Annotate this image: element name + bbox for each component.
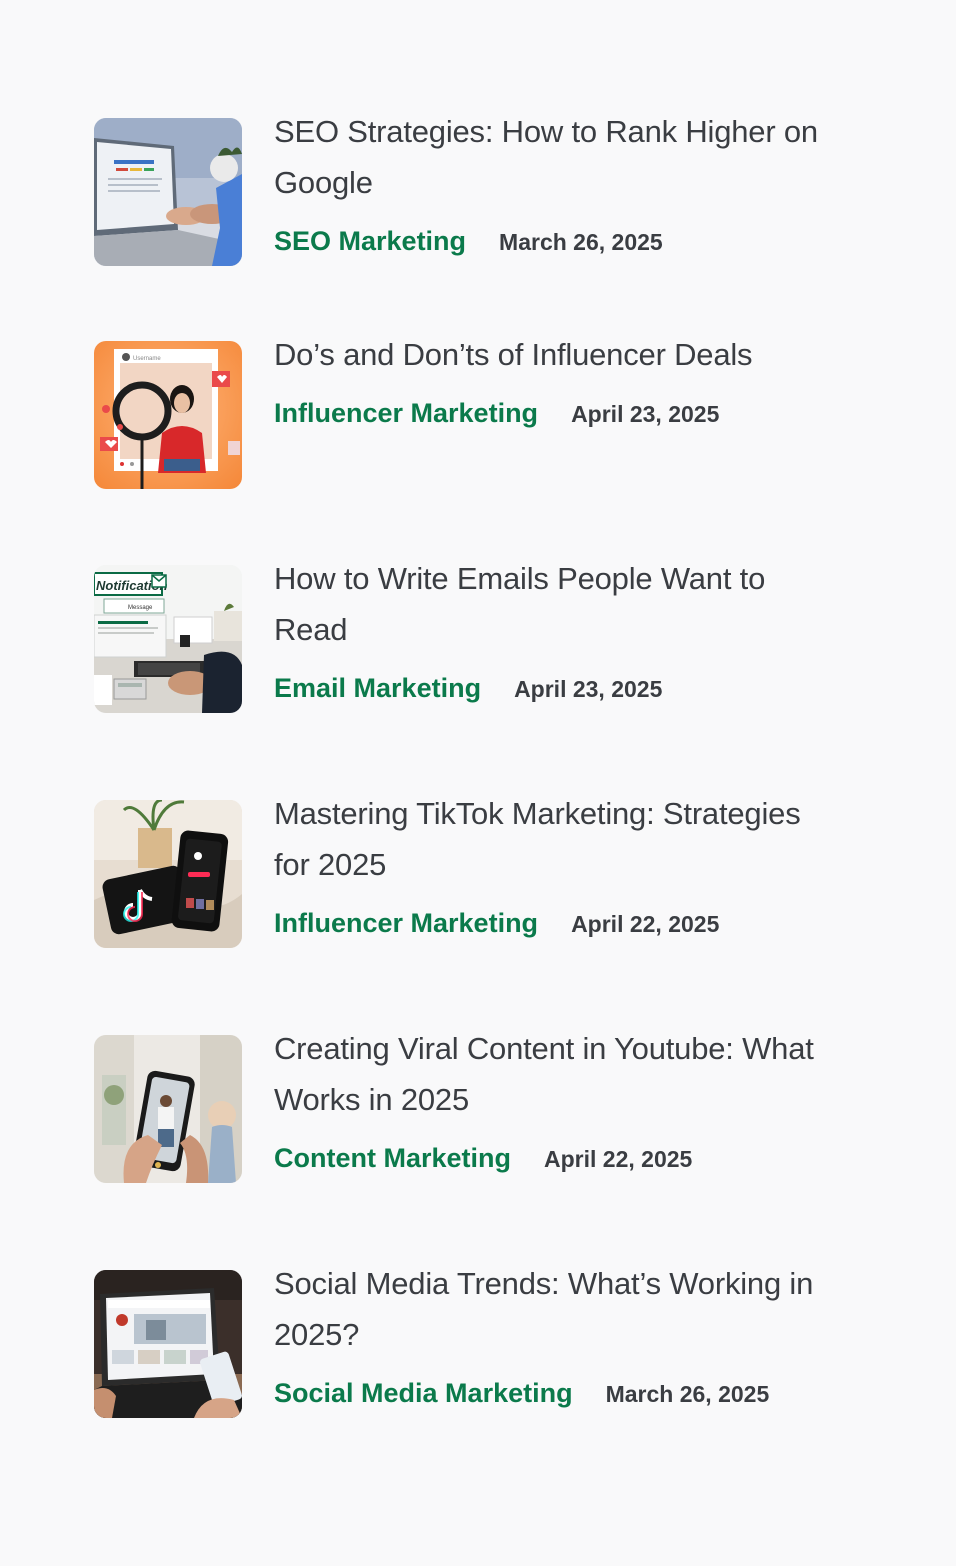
post-title[interactable]: Creating Viral Content in Youtube: What … bbox=[274, 1023, 834, 1125]
post-item: Notification Message How to Write Emails… bbox=[94, 561, 834, 713]
post-body: Mastering TikTok Marketing: Strategies f… bbox=[274, 796, 834, 939]
post-date: April 23, 2025 bbox=[514, 676, 663, 702]
username-label: Username bbox=[133, 356, 161, 362]
post-body: How to Write Emails People Want to Read … bbox=[274, 561, 834, 704]
post-category-link[interactable]: Influencer Marketing bbox=[274, 908, 538, 939]
influencer-ring-light-image: Username bbox=[94, 341, 242, 489]
post-thumbnail[interactable] bbox=[94, 1035, 242, 1183]
email-notification-desk-image: Notification Message bbox=[94, 565, 242, 713]
post-category-link[interactable]: Influencer Marketing bbox=[274, 398, 538, 429]
post-item: Creating Viral Content in Youtube: What … bbox=[94, 1031, 834, 1183]
post-title[interactable]: Social Media Trends: What’s Working in 2… bbox=[274, 1258, 834, 1360]
post-thumbnail[interactable]: Username bbox=[94, 341, 242, 489]
laptop-typing-image bbox=[94, 118, 242, 266]
post-item: Social Media Trends: What’s Working in 2… bbox=[94, 1266, 834, 1418]
post-meta: SEO Marketing March 26, 2025 bbox=[274, 226, 834, 257]
post-meta: Social Media Marketing March 26, 2025 bbox=[274, 1378, 834, 1409]
post-date: April 23, 2025 bbox=[571, 401, 720, 427]
tiktok-phone-image bbox=[94, 800, 242, 948]
post-date: March 26, 2025 bbox=[499, 229, 663, 255]
post-title[interactable]: Mastering TikTok Marketing: Strategies f… bbox=[274, 788, 834, 890]
post-category-link[interactable]: SEO Marketing bbox=[274, 226, 466, 257]
post-body: Creating Viral Content in Youtube: What … bbox=[274, 1031, 834, 1174]
post-category-link[interactable]: Content Marketing bbox=[274, 1143, 511, 1174]
post-title[interactable]: Do’s and Don’ts of Influencer Deals bbox=[274, 329, 834, 380]
post-date: March 26, 2025 bbox=[605, 1381, 770, 1407]
post-thumbnail[interactable] bbox=[94, 1270, 242, 1418]
message-label: Message bbox=[128, 605, 153, 611]
post-title[interactable]: How to Write Emails People Want to Read bbox=[274, 553, 834, 655]
post-body: Do’s and Don’ts of Influencer Deals Infl… bbox=[274, 337, 834, 429]
phone-recording-video-image bbox=[94, 1035, 242, 1183]
post-body: SEO Strategies: How to Rank Higher on Go… bbox=[274, 114, 834, 257]
post-date: April 22, 2025 bbox=[571, 911, 720, 937]
post-item: Username Do’s and Don’ts of Influencer D… bbox=[94, 337, 834, 489]
laptop-social-media-image bbox=[94, 1270, 242, 1418]
post-meta: Email Marketing April 23, 2025 bbox=[274, 673, 834, 704]
post-meta: Influencer Marketing April 23, 2025 bbox=[274, 398, 834, 429]
post-thumbnail[interactable]: Notification Message bbox=[94, 565, 242, 713]
post-thumbnail[interactable] bbox=[94, 800, 242, 948]
post-category-link[interactable]: Social Media Marketing bbox=[274, 1378, 573, 1409]
post-item: SEO Strategies: How to Rank Higher on Go… bbox=[94, 114, 834, 266]
post-thumbnail[interactable] bbox=[94, 118, 242, 266]
post-category-link[interactable]: Email Marketing bbox=[274, 673, 481, 704]
post-meta: Influencer Marketing April 22, 2025 bbox=[274, 908, 834, 939]
post-body: Social Media Trends: What’s Working in 2… bbox=[274, 1266, 834, 1409]
post-item: Mastering TikTok Marketing: Strategies f… bbox=[94, 796, 834, 948]
post-title[interactable]: SEO Strategies: How to Rank Higher on Go… bbox=[274, 106, 834, 208]
post-date: April 22, 2025 bbox=[544, 1146, 693, 1172]
post-meta: Content Marketing April 22, 2025 bbox=[274, 1143, 834, 1174]
